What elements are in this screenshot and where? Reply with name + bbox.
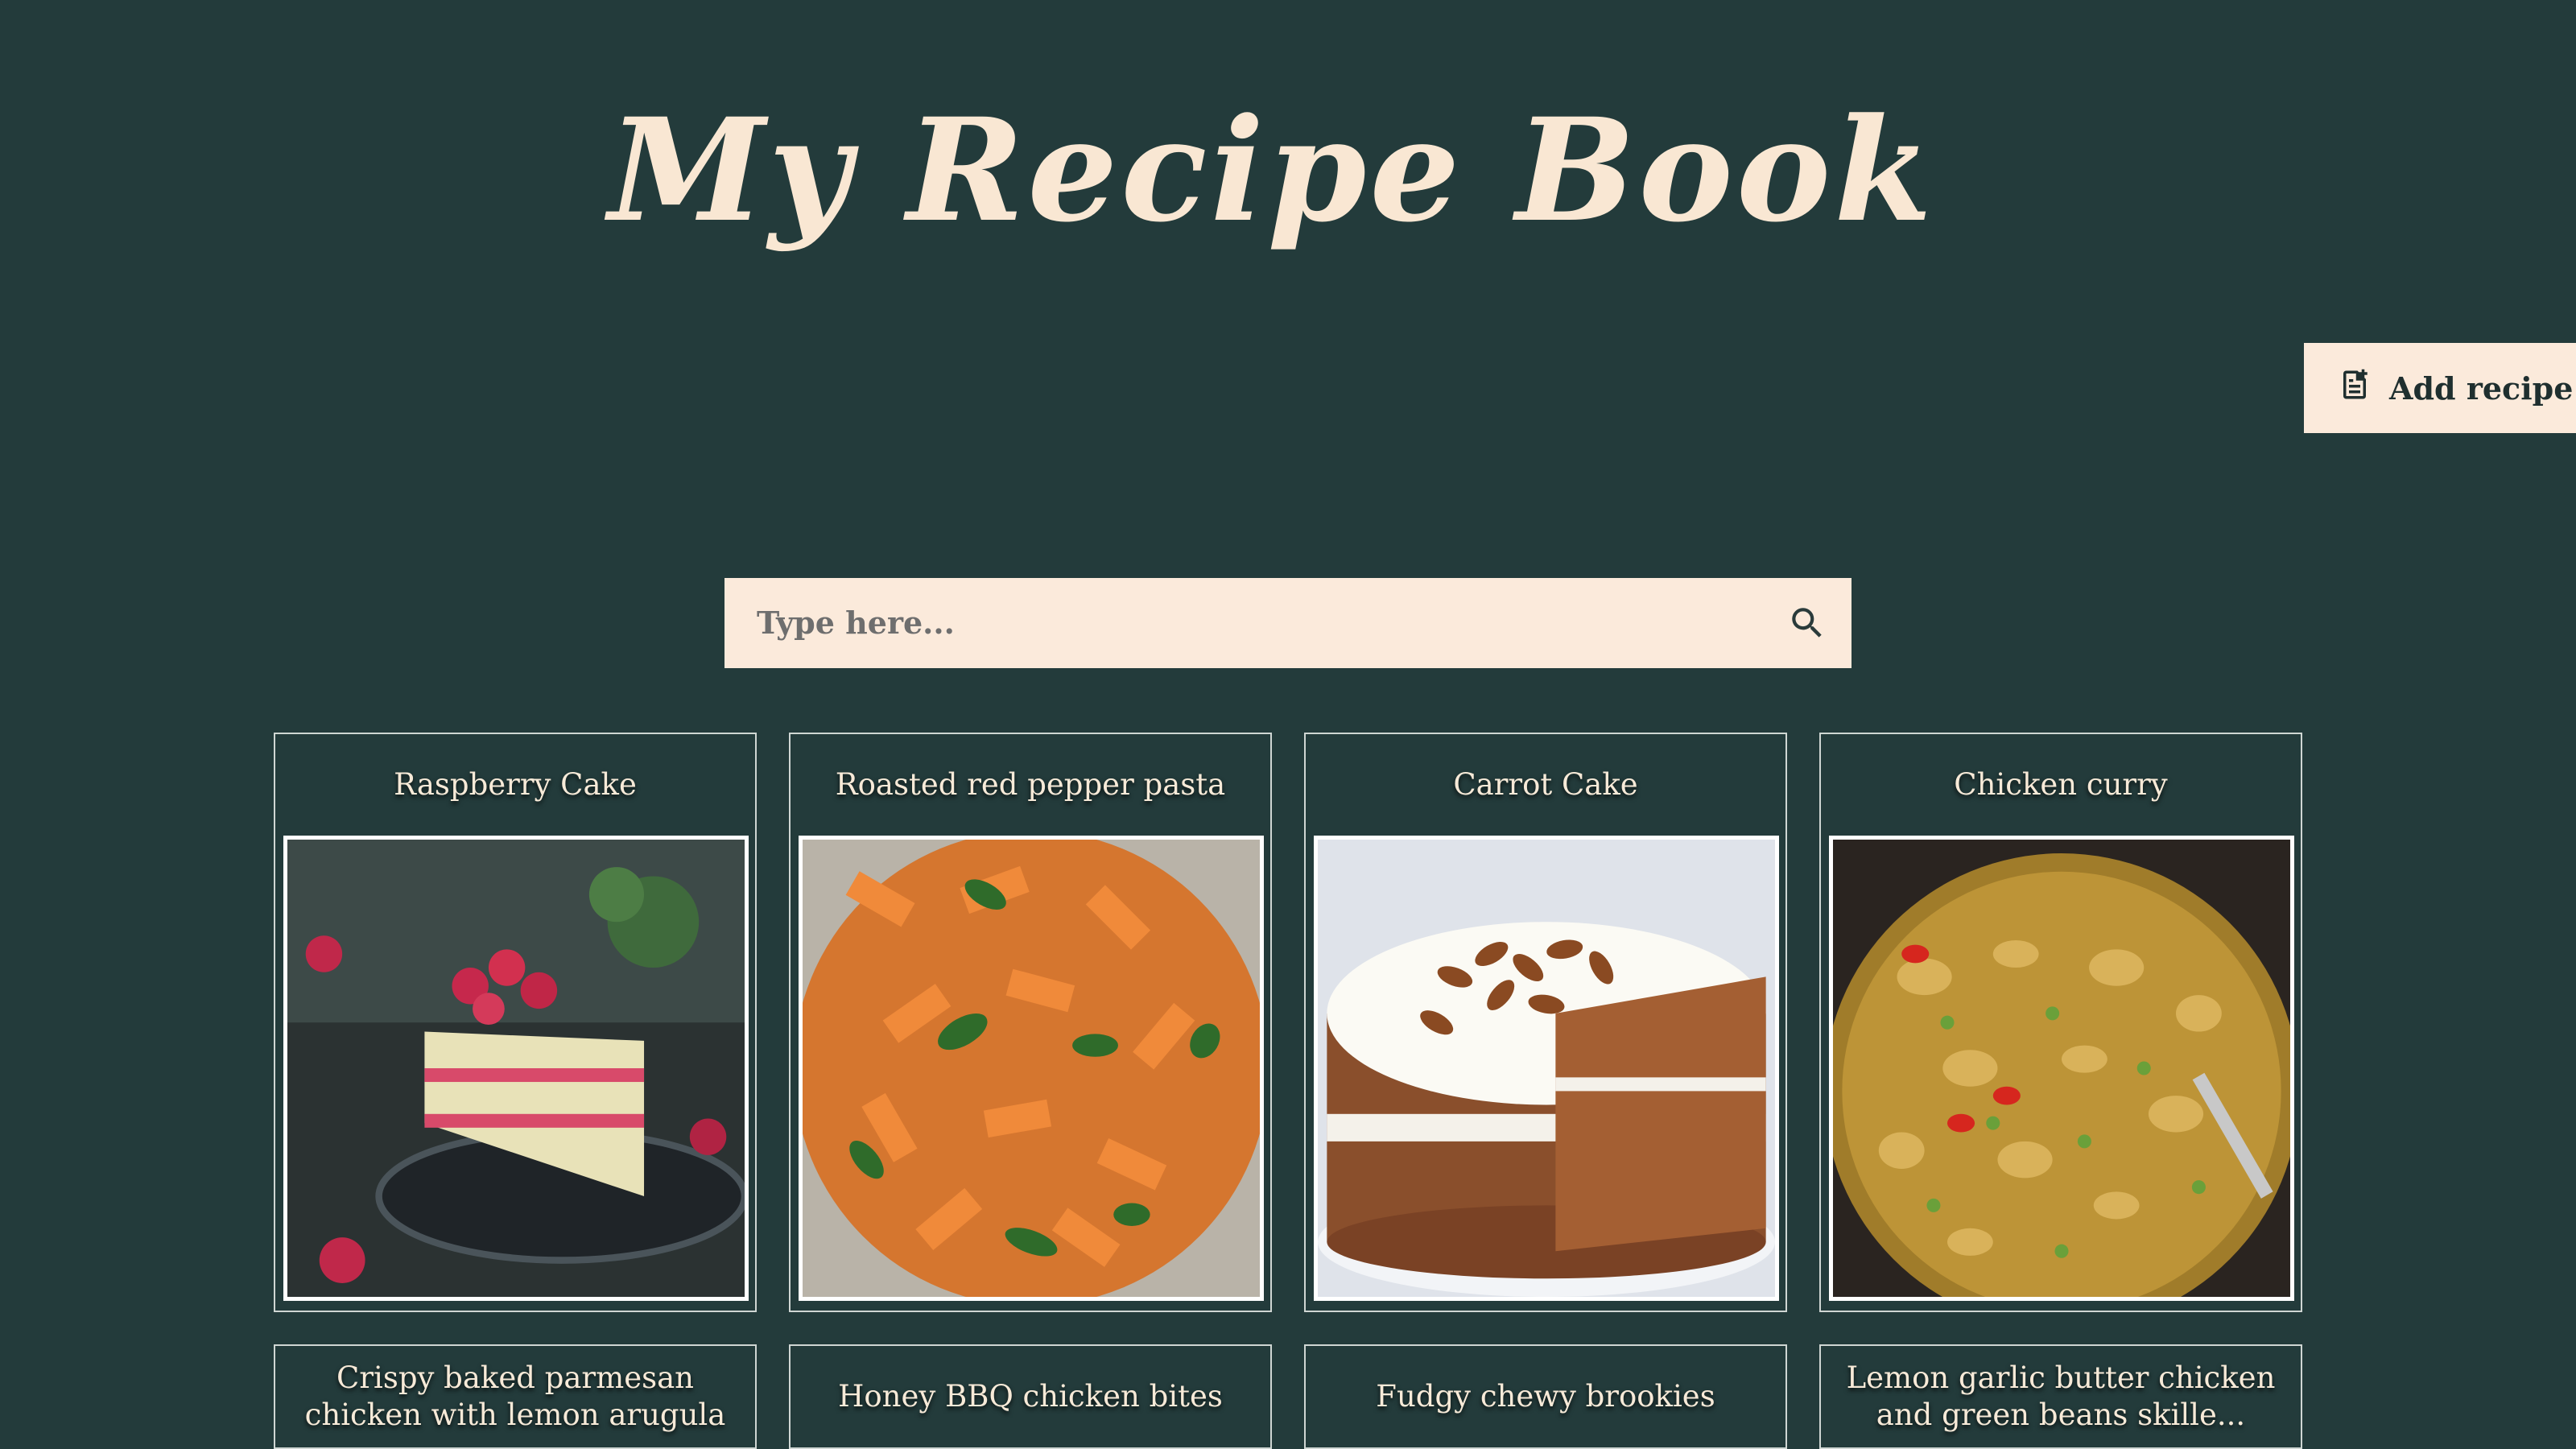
recipe-title: Fudgy chewy brookies	[1376, 1379, 1715, 1414]
recipe-card[interactable]: Fudgy chewy brookies	[1304, 1344, 1787, 1449]
recipe-card[interactable]: Chicken curry	[1819, 733, 2302, 1312]
recipe-card[interactable]: Crispy baked parmesan chicken with lemon…	[274, 1344, 757, 1449]
search-icon[interactable]	[1763, 578, 1852, 668]
recipe-title: Crispy baked parmesan chicken with lemon…	[304, 1360, 726, 1432]
page: My Recipe Book Add recipe Raspberry Cake	[0, 0, 2576, 1449]
search-bar	[724, 578, 1852, 668]
recipe-title: Roasted red pepper pasta	[835, 767, 1226, 802]
recipe-image	[799, 836, 1264, 1301]
recipe-title: Lemon garlic butter chicken and green be…	[1846, 1360, 2276, 1432]
recipe-card[interactable]: Raspberry Cake	[274, 733, 757, 1312]
recipe-image	[283, 836, 749, 1301]
recipe-image	[1314, 836, 1779, 1301]
add-recipe-button[interactable]: Add recipe	[2304, 343, 2576, 433]
recipe-card[interactable]: Roasted red pepper pasta	[789, 733, 1272, 1312]
recipe-card[interactable]: Honey BBQ chicken bites	[789, 1344, 1272, 1449]
recipe-title: Chicken curry	[1954, 767, 2168, 802]
recipe-grid: Raspberry Cake Roasted red pepper pasta …	[274, 733, 2302, 1449]
search-input[interactable]	[724, 578, 1763, 668]
page-title: My Recipe Book	[608, 87, 1936, 254]
recipe-image	[1829, 836, 2294, 1301]
recipe-card[interactable]: Lemon garlic butter chicken and green be…	[1819, 1344, 2302, 1449]
recipe-title: Carrot Cake	[1453, 767, 1638, 802]
add-recipe-label: Add recipe	[2389, 369, 2574, 407]
recipe-title: Raspberry Cake	[394, 767, 637, 802]
recipe-card[interactable]: Carrot Cake	[1304, 733, 1787, 1312]
note-add-icon	[2338, 368, 2372, 409]
recipe-title: Honey BBQ chicken bites	[838, 1379, 1223, 1414]
